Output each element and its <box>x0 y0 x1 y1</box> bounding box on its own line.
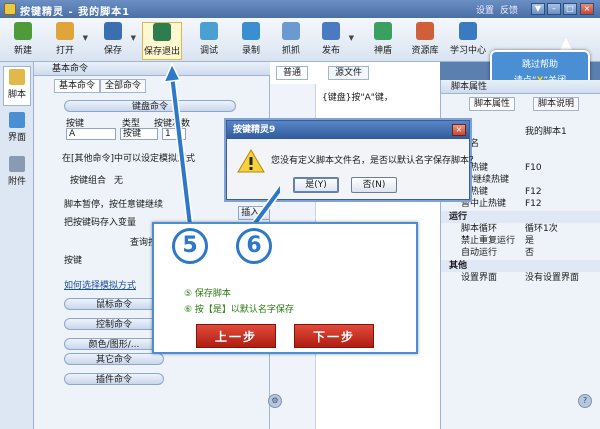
mouse-commands-header[interactable]: 鼠标命令 <box>64 298 164 310</box>
tab-normal[interactable]: 普通 <box>276 66 309 80</box>
menu-settings[interactable]: 设置 <box>476 3 494 16</box>
tab-basic-commands[interactable]: 基本命令 <box>54 79 101 93</box>
interface-icon <box>9 112 25 128</box>
step6-badge: 6 <box>236 228 272 264</box>
debug-button[interactable]: 调试 <box>192 22 226 60</box>
tab-script[interactable]: 脚本 <box>3 66 31 106</box>
next-step-button[interactable]: 下一步 <box>294 324 374 348</box>
save-exit-button[interactable]: 保存退出 <box>142 22 182 60</box>
window-title: 按键精灵 - 我的脚本1 <box>20 7 131 18</box>
color-image-commands-header[interactable]: 颜色/图形/... <box>64 338 164 350</box>
publish-icon <box>322 22 340 40</box>
new-button[interactable]: 新建 <box>6 22 40 60</box>
left-tab-bar: 脚本 界面 附件 <box>0 62 34 429</box>
step5-text: ⑤ 保存脚本 <box>184 289 231 299</box>
record-icon <box>242 22 260 40</box>
capture-icon <box>282 22 300 40</box>
chevron-down-icon[interactable]: ▼ <box>83 34 88 42</box>
prop-row[interactable]: 自动运行否 <box>441 247 600 259</box>
key-select[interactable]: A <box>66 128 116 140</box>
key-label: 按键 <box>64 256 83 266</box>
tab-interface[interactable]: 界面 <box>3 110 31 150</box>
capture-button[interactable]: 抓抓 <box>274 22 308 60</box>
save-exit-icon <box>153 23 171 41</box>
chevron-down-icon[interactable]: ▼ <box>349 34 354 42</box>
app-icon <box>4 3 16 15</box>
close-button[interactable]: × <box>580 3 594 15</box>
library-icon <box>416 22 434 40</box>
script-line-1[interactable]: {键盘}按"A"键， <box>322 90 393 103</box>
control-commands-header[interactable]: 控制命令 <box>64 318 164 330</box>
prop-category-other[interactable]: 其他 <box>441 260 600 272</box>
library-button[interactable]: 资源库 <box>406 22 444 60</box>
prev-step-button[interactable]: 上一步 <box>196 324 276 348</box>
store-keycode-label: 把按键码存入变量 <box>64 218 137 228</box>
attachment-icon <box>9 156 25 172</box>
prop-row[interactable]: 脚本循环 循环1次 <box>441 223 600 235</box>
step6-text: ⑥ 按【是】以默认名字保存 <box>184 305 294 315</box>
settings-icon[interactable]: ⚙ <box>268 394 282 408</box>
step5-badge: 5 <box>172 228 208 264</box>
dialog-message: 您没有定义脚本文件名，是否以默认名字保存脚本？ <box>271 156 479 166</box>
tab-script-properties[interactable]: 脚本属性 <box>469 97 516 111</box>
menu-feedback[interactable]: 反馈 <box>500 3 518 16</box>
dialog-close-button[interactable]: × <box>452 124 466 136</box>
tooltip-arrow <box>560 38 572 50</box>
new-icon <box>14 22 32 40</box>
prop-row[interactable]: 设置界面 没有设置界面 <box>441 272 600 284</box>
script-icon <box>9 69 25 85</box>
plugin-commands-header[interactable]: 插件命令 <box>64 373 164 385</box>
tab-source[interactable]: 源文件 <box>328 66 370 80</box>
record-button[interactable]: 录制 <box>234 22 268 60</box>
dropdown-icon[interactable]: ▼ <box>531 3 545 15</box>
properties-title: 脚本属性 <box>441 80 600 94</box>
pause-label: 脚本暂停，按任意键继续 <box>64 200 164 210</box>
learning-icon <box>459 22 477 40</box>
save-icon <box>104 22 122 40</box>
tab-attachment[interactable]: 附件 <box>3 154 31 194</box>
chevron-down-icon[interactable]: ▼ <box>131 34 136 42</box>
publish-button[interactable]: 发布 ▼ <box>314 22 354 60</box>
prop-category-run[interactable]: 运行 <box>441 211 600 223</box>
title-bar: 按键精灵 - 我的脚本1 设置 反馈 ▼ – □ × <box>0 0 600 18</box>
combo-label: 按键组合 <box>70 176 107 186</box>
shield-button[interactable]: 神盾 <box>366 22 400 60</box>
tab-script-description[interactable]: 脚本说明 <box>533 97 580 111</box>
prop-row[interactable]: 禁止重复运行是 <box>441 235 600 247</box>
debug-icon <box>200 22 218 40</box>
open-icon <box>56 22 74 40</box>
other-commands-header[interactable]: 其它命令 <box>64 353 164 365</box>
learning-center-button[interactable]: 学习中心 <box>446 22 490 60</box>
open-button[interactable]: 打开 ▼ <box>48 22 88 60</box>
simulation-method-link[interactable]: 如何选择模拟方式 <box>64 278 136 291</box>
tab-all-commands[interactable]: 全部命令 <box>100 79 147 93</box>
minimize-button[interactable]: – <box>547 3 561 15</box>
combo-value[interactable]: 无 <box>114 173 123 186</box>
shield-icon <box>374 22 392 40</box>
help-icon[interactable]: ? <box>578 394 592 408</box>
yes-button[interactable]: 是(Y) <box>293 177 339 193</box>
maximize-button[interactable]: □ <box>563 3 577 15</box>
no-button[interactable]: 否(N) <box>351 177 397 193</box>
save-button[interactable]: 保存 ▼ <box>96 22 136 60</box>
